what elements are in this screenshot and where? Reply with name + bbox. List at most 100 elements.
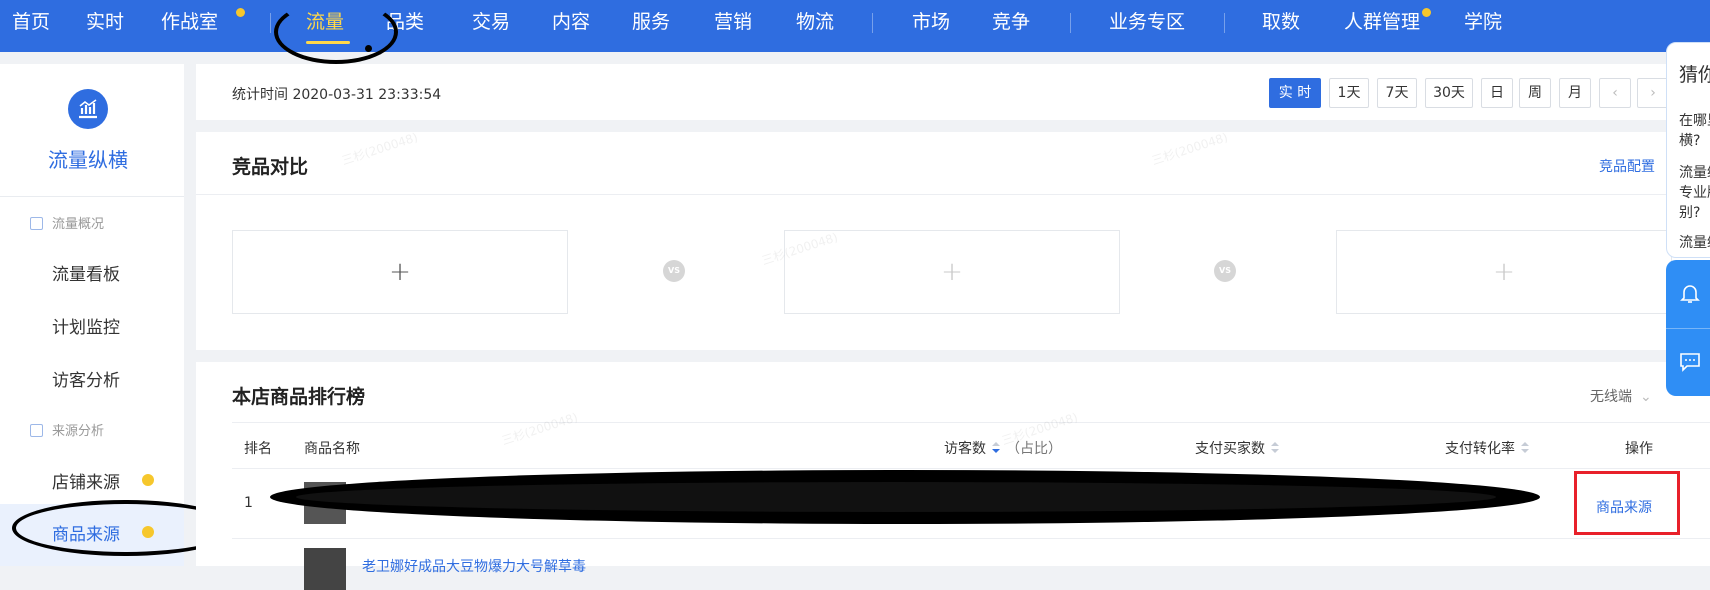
sidebar-group-label: 流量概况	[52, 217, 105, 232]
float-action-buttons	[1666, 260, 1710, 396]
annotation-highlight-box	[1574, 471, 1680, 535]
compare-title: 竞品对比	[232, 156, 309, 178]
nav-item-service[interactable]: 服务	[632, 9, 670, 35]
sidebar-group-label: 来源分析	[52, 424, 105, 439]
time-button-7day[interactable]: 7天	[1377, 78, 1417, 108]
time-button-week[interactable]: 周	[1519, 78, 1551, 108]
divider	[232, 422, 1710, 423]
time-button-month[interactable]: 月	[1559, 78, 1591, 108]
nav-item-data-fetch[interactable]: 取数	[1262, 9, 1300, 35]
ranking-title: 本店商品排行榜	[232, 386, 366, 408]
row-rank-value: 1	[244, 495, 253, 511]
guess-line[interactable]: 横?	[1679, 131, 1700, 151]
plus-icon: +	[389, 257, 411, 287]
guess-line[interactable]: 专业版	[1679, 183, 1710, 203]
sidebar-item-traffic-board[interactable]: 流量看板	[52, 260, 120, 285]
nav-separator	[1224, 13, 1225, 33]
add-competitor-slot-2[interactable]: +	[784, 230, 1120, 314]
column-header-product-name: 商品名称	[304, 441, 360, 457]
guess-line[interactable]: 别?	[1679, 203, 1700, 223]
column-header-rank: 排名	[244, 441, 272, 457]
nav-item-realtime[interactable]: 实时	[86, 9, 124, 35]
vs-badge: VS	[1214, 260, 1236, 282]
nav-item-academy[interactable]: 学院	[1464, 9, 1502, 35]
buyers-label: 支付买家数	[1195, 441, 1265, 457]
sort-desc-icon[interactable]	[992, 442, 1000, 454]
chat-icon[interactable]	[1679, 352, 1701, 376]
device-select-value: 无线端	[1590, 389, 1632, 405]
column-header-conversion-rate[interactable]: 支付转化率	[1445, 438, 1529, 458]
sidebar: 流量纵横 流量概况 流量看板 计划监控 访客分析 来源分析 店铺来源 商品来源	[0, 64, 184, 566]
sidebar-group-source-analysis: 来源分析	[30, 420, 104, 439]
notification-dot	[142, 474, 154, 486]
divider	[232, 468, 1710, 469]
divider	[196, 194, 1710, 195]
guess-heading: 猜你	[1679, 64, 1710, 86]
nav-item-war-room[interactable]: 作战室	[161, 9, 218, 35]
sidebar-item-visitor-analysis[interactable]: 访客分析	[52, 366, 120, 391]
building-icon	[30, 424, 43, 437]
time-filter-bar: 统计时间 2020-03-31 23:33:54 实 时 1天 7天 30天 日…	[196, 64, 1710, 120]
visitors-label: 访客数	[944, 441, 986, 457]
sidebar-divider	[0, 196, 184, 197]
bar-chart-icon	[68, 89, 108, 129]
building-icon	[30, 217, 43, 230]
bell-icon[interactable]	[1680, 282, 1700, 308]
sidebar-item-shop-source[interactable]: 店铺来源	[52, 468, 120, 493]
competitor-config-link[interactable]: 竞品配置	[1599, 156, 1655, 176]
guess-line[interactable]: 流量纵	[1679, 233, 1710, 253]
sidebar-item-plan-monitor[interactable]: 计划监控	[52, 313, 120, 338]
column-header-paying-buyers[interactable]: 支付买家数	[1195, 438, 1279, 458]
nav-item-trade[interactable]: 交易	[472, 9, 510, 35]
divider	[1666, 328, 1710, 329]
nav-item-home[interactable]: 首页	[12, 9, 50, 35]
top-navigation-bar: 首页 实时 作战室 流量 品类 交易 内容 服务 营销 物流 市场 竞争 业务专…	[0, 0, 1710, 52]
nav-item-business-zone[interactable]: 业务专区	[1109, 9, 1185, 35]
sidebar-title: 流量纵横	[48, 148, 128, 172]
column-header-visitors[interactable]: 访客数 （占比）	[944, 438, 1062, 458]
device-select[interactable]: 无线端 ⌄	[1590, 386, 1652, 406]
chevron-right-icon[interactable]: ›	[1637, 78, 1669, 108]
time-button-30day[interactable]: 30天	[1425, 78, 1473, 108]
sort-icon[interactable]	[1271, 442, 1279, 454]
nav-separator	[872, 13, 873, 33]
conversion-label: 支付转化率	[1445, 441, 1515, 457]
competitor-compare-card: 竞品对比 竞品配置 + VS + VS +	[196, 132, 1710, 350]
sort-icon[interactable]	[1521, 442, 1529, 454]
redaction-scribble	[296, 482, 1496, 512]
vs-badge: VS	[663, 260, 685, 282]
add-competitor-slot-3[interactable]: +	[1336, 230, 1672, 314]
product-thumbnail[interactable]	[304, 548, 346, 590]
guess-panel[interactable]: 猜你 在哪里 横? 流量纵 专业版 别? 流量纵	[1666, 42, 1710, 258]
floating-help-panel: 猜你 在哪里 横? 流量纵 专业版 别? 流量纵	[1666, 42, 1710, 396]
plus-icon: +	[1493, 257, 1515, 287]
visitors-sub-label: （占比）	[1006, 441, 1062, 457]
nav-item-logistics[interactable]: 物流	[796, 9, 834, 35]
plus-icon: +	[941, 257, 963, 287]
chevron-down-icon: ⌄	[1640, 389, 1652, 405]
guess-line[interactable]: 流量纵	[1679, 163, 1710, 183]
nav-notification-dot	[236, 8, 245, 17]
product-name-link[interactable]: 老卫娜好成品大豆物爆力大号解草毒	[362, 556, 586, 576]
nav-item-content[interactable]: 内容	[552, 9, 590, 35]
time-button-1day[interactable]: 1天	[1329, 78, 1369, 108]
nav-item-competition[interactable]: 竞争	[992, 9, 1030, 35]
annotation-dot	[365, 45, 372, 52]
nav-separator	[270, 13, 271, 33]
annotation-circle-traffic	[274, 0, 398, 64]
nav-item-market[interactable]: 市场	[912, 9, 950, 35]
nav-separator	[1070, 13, 1071, 33]
time-button-realtime[interactable]: 实 时	[1269, 78, 1321, 108]
nav-item-marketing[interactable]: 营销	[714, 9, 752, 35]
time-button-day[interactable]: 日	[1481, 78, 1513, 108]
sidebar-group-traffic-overview: 流量概况	[30, 213, 104, 232]
product-ranking-card: 本店商品排行榜 无线端 ⌄ 排名 商品名称 访客数 （占比） 支付买家数 支付转化率…	[196, 362, 1710, 590]
chevron-left-icon[interactable]: ‹	[1599, 78, 1631, 108]
nav-item-audience[interactable]: 人群管理	[1344, 9, 1420, 35]
guess-line[interactable]: 在哪里	[1679, 111, 1710, 131]
column-header-action: 操作	[1625, 441, 1653, 457]
nav-notification-dot	[1422, 8, 1431, 17]
divider	[232, 538, 1710, 539]
add-competitor-slot-1[interactable]: +	[232, 230, 568, 314]
stat-time-label: 统计时间 2020-03-31 23:33:54	[232, 87, 442, 103]
